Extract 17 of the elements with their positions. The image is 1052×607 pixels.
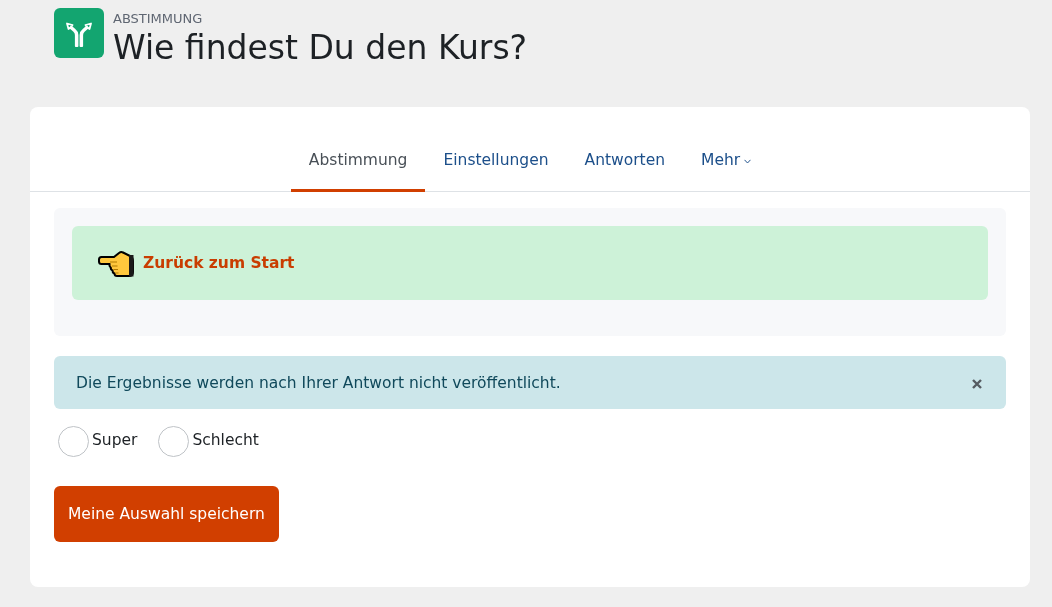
close-icon[interactable] — [972, 379, 982, 389]
radio-button[interactable] — [58, 426, 89, 457]
option-label: Super — [92, 430, 138, 449]
signpost-icon — [54, 8, 104, 58]
option-label: Schlecht — [192, 430, 259, 449]
nav-tab[interactable]: Mehr — [683, 130, 770, 192]
caret-icon — [744, 158, 752, 164]
back-to-start-link[interactable]: Zurück zum Start — [143, 254, 295, 272]
nav-tab[interactable]: Antworten — [566, 130, 683, 192]
module-label: ABSTIMMUNG — [113, 11, 204, 27]
nav-tab[interactable]: Einstellungen — [425, 130, 567, 192]
pointing-hand-icon — [97, 250, 135, 278]
save-choice-button[interactable]: Meine Auswahl speichern — [54, 486, 279, 542]
page-title: Wie findest Du den Kurs? — [113, 27, 528, 69]
alert-message: Die Ergebnisse werden nach Ihrer Antwort nicht veröffentlicht. — [76, 373, 561, 392]
nav-tab[interactable]: Abstimmung — [290, 130, 426, 192]
radio-button[interactable] — [158, 426, 190, 457]
